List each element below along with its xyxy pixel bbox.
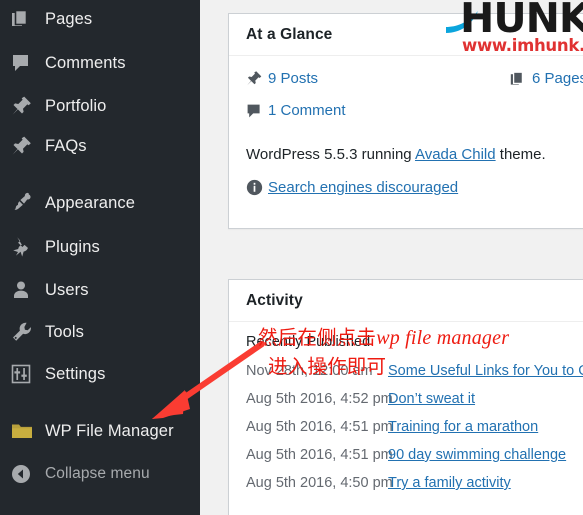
sidebar-item-label: Portfolio	[45, 97, 107, 115]
sidebar-item-label: Appearance	[45, 194, 135, 212]
at-a-glance-header: At a Glance	[229, 14, 583, 56]
sidebar-item-appearance[interactable]: Appearance	[0, 186, 200, 220]
collapse-menu-button[interactable]: Collapse menu	[0, 457, 200, 491]
activity-panel: Activity Recently Published Nov 28th, 12…	[228, 279, 583, 515]
sidebar-item-comments[interactable]: Comments	[0, 46, 200, 80]
sidebar-item-label: Tools	[45, 323, 85, 341]
sidebar-item-settings[interactable]: Settings	[0, 357, 200, 391]
sidebar-item-plugins[interactable]: Plugins	[0, 230, 200, 264]
activity-list: Nov 28th, 12:00 am Some Useful Links for…	[229, 357, 583, 497]
at-a-glance-body: 9 Posts 6 Pages 1 Comment WordPress 5.5.…	[229, 56, 583, 196]
sidebar-item-pages[interactable]: Pages	[0, 2, 200, 36]
folder-icon	[11, 420, 37, 442]
pages-count-label: 6 Pages	[532, 70, 583, 87]
pages-icon	[510, 71, 532, 87]
version-suffix: theme.	[495, 146, 546, 163]
admin-content-area: At a Glance 9 Posts 6 Pages 1 Comment Wo…	[200, 0, 583, 515]
list-item[interactable]: Aug 5th 2016, 4:51 pm Training for a mar…	[229, 413, 583, 441]
at-a-glance-panel: At a Glance 9 Posts 6 Pages 1 Comment Wo…	[228, 13, 583, 229]
sidebar-item-label: Plugins	[45, 238, 100, 256]
wrench-icon	[11, 321, 37, 343]
glance-row-comments: 1 Comment	[246, 102, 583, 134]
wordpress-admin-screen: Pages Comments Portfolio FAQs Appearance…	[0, 0, 583, 515]
admin-sidebar: Pages Comments Portfolio FAQs Appearance…	[0, 0, 200, 515]
sidebar-item-label: WP File Manager	[45, 422, 174, 440]
pin-icon	[246, 70, 268, 87]
pin-icon	[11, 95, 37, 117]
version-prefix: WordPress 5.5.3 running	[246, 146, 415, 163]
activity-title-link[interactable]: Don’t sweat it	[388, 391, 475, 407]
sidebar-item-label: Users	[45, 281, 89, 299]
pages-count-link[interactable]: 6 Pages	[510, 70, 583, 87]
info-icon	[246, 179, 268, 196]
activity-title-link[interactable]: Some Useful Links for You to Get Started	[388, 363, 583, 379]
user-icon	[11, 279, 37, 301]
comments-icon	[246, 103, 268, 119]
list-item[interactable]: Aug 5th 2016, 4:52 pm Don’t sweat it	[229, 385, 583, 413]
plug-icon	[11, 236, 37, 258]
sidebar-item-users[interactable]: Users	[0, 273, 200, 307]
glance-row-counts: 9 Posts 6 Pages	[246, 70, 583, 102]
activity-title: Activity	[246, 291, 303, 309]
comments-count-label: 1 Comment	[268, 102, 346, 119]
activity-title-link[interactable]: Try a family activity	[388, 475, 511, 491]
sidebar-item-tools[interactable]: Tools	[0, 315, 200, 349]
settings-icon	[11, 363, 37, 385]
activity-title-link[interactable]: Training for a marathon	[388, 419, 538, 435]
search-engine-notice: Search engines discouraged	[246, 179, 583, 196]
activity-date: Aug 5th 2016, 4:50 pm	[246, 475, 393, 491]
wordpress-version-line: WordPress 5.5.3 running Avada Child them…	[246, 146, 583, 163]
recently-published-subtitle: Recently Published	[246, 334, 371, 350]
list-item[interactable]: Nov 28th, 12:00 am Some Useful Links for…	[229, 357, 583, 385]
sidebar-item-label: Pages	[45, 10, 93, 28]
comments-count-link[interactable]: 1 Comment	[246, 102, 346, 119]
search-engines-discouraged-link[interactable]: Search engines discouraged	[268, 179, 458, 196]
paintbrush-icon	[11, 192, 37, 214]
sidebar-item-label: Comments	[45, 54, 126, 72]
list-item[interactable]: Aug 5th 2016, 4:50 pm Try a family activ…	[229, 469, 583, 497]
theme-link[interactable]: Avada Child	[415, 146, 496, 163]
sidebar-item-label: FAQs	[45, 137, 87, 155]
activity-title-link[interactable]: 90 day swimming challenge	[388, 447, 566, 463]
activity-date: Aug 5th 2016, 4:51 pm	[246, 419, 393, 435]
chevron-left-circle-icon	[11, 463, 37, 485]
pages-icon	[11, 8, 37, 30]
activity-date: Aug 5th 2016, 4:51 pm	[246, 447, 393, 463]
sidebar-item-label: Settings	[45, 365, 106, 383]
collapse-menu-label: Collapse menu	[45, 465, 150, 482]
sidebar-item-wp-file-manager[interactable]: WP File Manager	[0, 414, 200, 448]
posts-count-link[interactable]: 9 Posts	[246, 70, 318, 87]
pin-icon	[11, 135, 37, 157]
activity-date: Aug 5th 2016, 4:52 pm	[246, 391, 393, 407]
sidebar-item-faqs[interactable]: FAQs	[0, 129, 200, 163]
activity-date: Nov 28th, 12:00 am	[246, 363, 373, 379]
page-title: At a Glance	[246, 25, 333, 43]
list-item[interactable]: Aug 5th 2016, 4:51 pm 90 day swimming ch…	[229, 441, 583, 469]
posts-count-label: 9 Posts	[268, 70, 319, 87]
comments-icon	[11, 52, 37, 74]
sidebar-item-portfolio[interactable]: Portfolio	[0, 89, 200, 123]
activity-header: Activity	[229, 280, 583, 322]
